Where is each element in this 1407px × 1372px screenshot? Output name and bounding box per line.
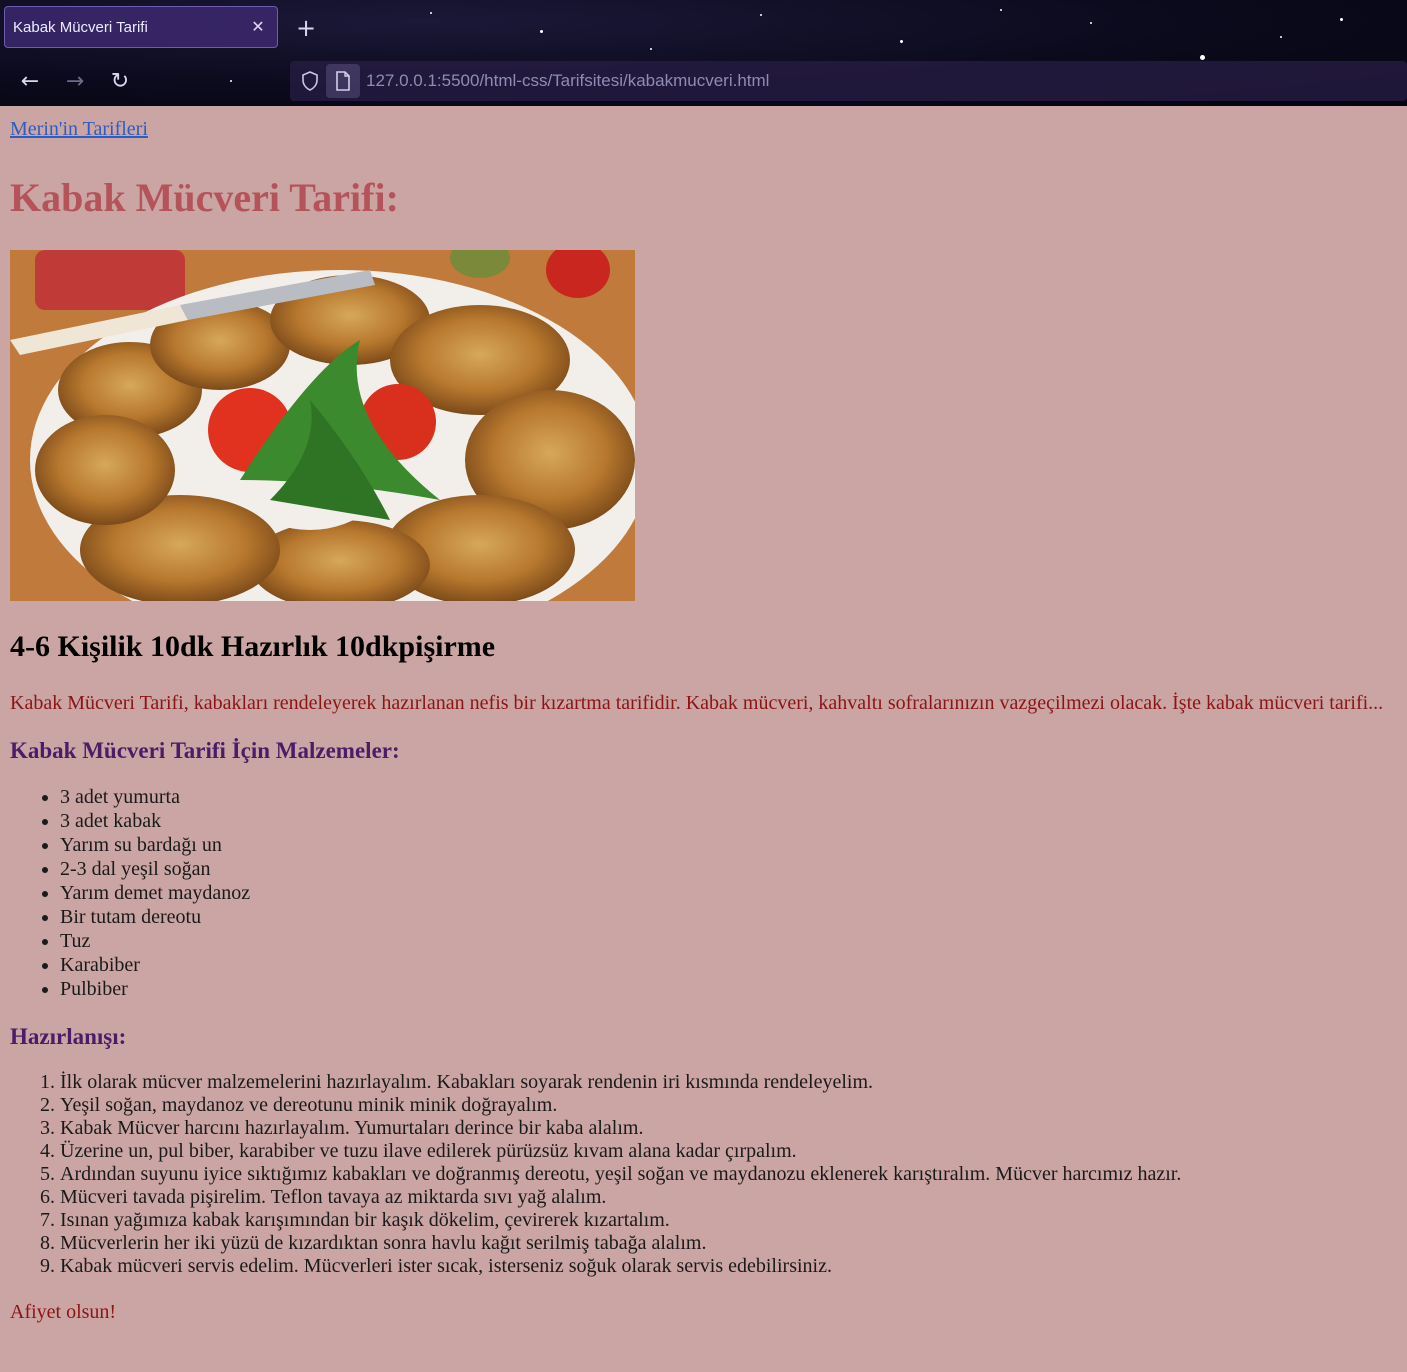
reload-button[interactable]: ↻ [105, 66, 135, 96]
page-icon[interactable] [326, 64, 360, 98]
star-decoration [1090, 22, 1092, 24]
star-decoration [1280, 36, 1282, 38]
list-item: Bir tutam dereotu [60, 905, 1397, 929]
star-decoration [1340, 18, 1343, 21]
servings-heading: 4-6 Kişilik 10dk Hazırlık 10dkpişirme [10, 630, 496, 663]
home-link[interactable]: Merin'in Tarifleri [10, 118, 148, 140]
browser-chrome: Kabak Mücveri Tarifi ✕ + ← → ↻ 127.0.0.1… [0, 0, 1407, 106]
star-decoration [540, 30, 543, 33]
list-item: Yarım demet maydanoz [60, 881, 1397, 905]
ingredients-list: 3 adet yumurta 3 adet kabak Yarım su bar… [10, 785, 1397, 1001]
step-item: Ardından suyunu iyice sıktığımız kabakla… [60, 1163, 1397, 1186]
page-content: Merin'in Tarifleri Kabak Mücveri Tarifi: [0, 106, 1407, 1324]
preparation-heading: Hazırlanışı: [10, 1024, 127, 1049]
back-button[interactable]: ← [15, 66, 45, 96]
url-text[interactable]: 127.0.0.1:5500/html-css/Tarifsitesi/kaba… [366, 71, 769, 91]
forward-button[interactable]: → [60, 66, 90, 96]
star-decoration [760, 14, 762, 16]
list-item: Yarım su bardağı un [60, 833, 1397, 857]
address-bar[interactable]: 127.0.0.1:5500/html-css/Tarifsitesi/kaba… [290, 61, 1407, 101]
recipe-photo [10, 250, 635, 601]
star-decoration [230, 80, 232, 82]
list-item: Karabiber [60, 953, 1397, 977]
step-item: Yeşil soğan, maydanoz ve dereotunu minik… [60, 1094, 1397, 1117]
preparation-steps: İlk olarak mücver malzemelerini hazırlay… [10, 1071, 1397, 1278]
list-item: 3 adet yumurta [60, 785, 1397, 809]
step-item: Mücverlerin her iki yüzü de kızardıktan … [60, 1232, 1397, 1255]
step-item: İlk olarak mücver malzemelerini hazırlay… [60, 1071, 1397, 1094]
list-item: 2-3 dal yeşil soğan [60, 857, 1397, 881]
step-item: Isınan yağımıza kabak karışımından bir k… [60, 1209, 1397, 1232]
step-item: Mücveri tavada pişirelim. Teflon tavaya … [60, 1186, 1397, 1209]
star-decoration [1000, 9, 1002, 11]
new-tab-button[interactable]: + [292, 14, 320, 42]
step-item: Üzerine un, pul biber, karabiber ve tuzu… [60, 1140, 1397, 1163]
star-decoration [1200, 55, 1205, 60]
ingredients-heading: Kabak Mücveri Tarifi İçin Malzemeler: [10, 738, 400, 763]
close-icon[interactable]: ✕ [245, 14, 271, 40]
tab-title: Kabak Mücveri Tarifi [13, 18, 148, 36]
star-decoration [900, 40, 903, 43]
star-decoration [430, 12, 432, 14]
page-title: Kabak Mücveri Tarifi: [10, 175, 399, 220]
zucchini-fritters-image [10, 250, 635, 601]
list-item: Pulbiber [60, 977, 1397, 1001]
list-item: 3 adet kabak [60, 809, 1397, 833]
step-item: Kabak Mücver harcını hazırlayalım. Yumur… [60, 1117, 1397, 1140]
intro-paragraph: Kabak Mücveri Tarifi, kabakları rendeley… [10, 692, 1384, 714]
list-item: Tuz [60, 929, 1397, 953]
browser-tab[interactable]: Kabak Mücveri Tarifi ✕ [4, 6, 278, 48]
step-item: Kabak mücveri servis edelim. Mücverleri … [60, 1255, 1397, 1278]
closing-text: Afiyet olsun! [10, 1301, 117, 1323]
shield-icon[interactable] [298, 69, 322, 93]
star-decoration [650, 48, 652, 50]
